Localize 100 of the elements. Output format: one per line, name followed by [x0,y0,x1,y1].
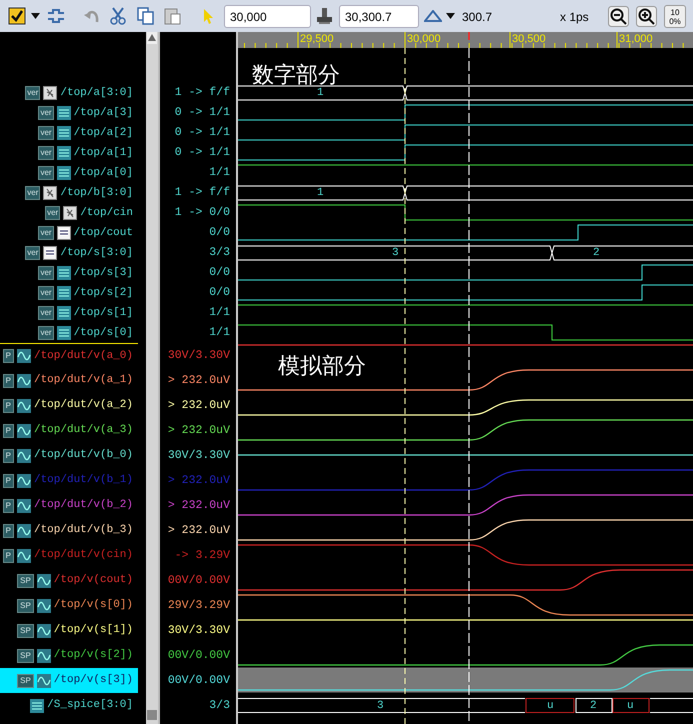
signal-value: 0/0 [209,265,230,282]
source-badge: ver [38,166,54,180]
signal-row[interactable]: P /top/dut/v(cin) [0,543,138,568]
source-badge: ver [38,106,54,120]
net-icon [43,246,58,260]
bus-icon [43,86,58,100]
paste-icon[interactable] [164,7,181,25]
signal-value: 00V/0.00V [168,572,230,589]
source-badge: SP [17,598,34,612]
signal-row[interactable]: SP /top/v(s[3]) [0,668,138,693]
cut-icon[interactable] [110,7,126,25]
source-badge: ver [38,326,54,340]
analog-wave-icon [16,424,31,438]
signal-name: /top/s[1] [74,306,133,321]
bit-icon [56,326,71,340]
signal-row[interactable]: P /top/dut/v(b_0) [0,443,138,468]
ruler-label: 31,000 [619,32,653,46]
bus-value-label: 2 [590,700,597,712]
ruler-label: 30,500 [512,32,546,46]
bit-icon [30,698,44,712]
scrollbar[interactable] [146,32,158,724]
triangle-icon[interactable] [424,10,442,22]
bus-icon [43,186,58,200]
stamp-icon[interactable] [316,7,333,25]
source-badge: SP [17,674,34,688]
caret-icon[interactable] [446,13,455,19]
source-badge: ver [38,226,54,240]
analog-wave-icon [16,349,31,363]
signal-row[interactable]: P /top/dut/v(a_2) [0,393,138,418]
signal-row[interactable]: P /top/dut/v(b_2) [0,493,138,518]
signal-value: 1/1 [209,165,230,182]
ruler-label: 30,000 [407,32,441,46]
source-badge: P [2,424,14,438]
scroll-up-icon[interactable] [147,32,157,44]
source-badge: P [2,474,14,488]
signal-row[interactable]: SP /top/v(cout) [0,568,138,593]
caret-icon[interactable] [31,13,40,19]
source-badge: ver [38,306,54,320]
scroll-thumb[interactable] [147,710,157,720]
analog-wave-icon [36,624,51,638]
annotation-text: 数字部分 [252,63,340,88]
signal-row[interactable]: SP /top/v(s[1]) [0,618,138,643]
signal-value: 1/1 [209,325,230,342]
signal-row[interactable]: P /top/dut/v(b_1) [0,468,138,493]
signal-name: /top/dut/v(a_2) [34,398,133,414]
signal-row[interactable]: ver /top/a[3:0] [0,83,138,103]
zoom-out-icon[interactable] [608,6,629,27]
checkbox-icon[interactable] [8,7,26,25]
signal-row[interactable]: ver /top/s[3] [0,263,138,283]
signal-row[interactable]: ver /top/a[2] [0,123,138,143]
signal-name: /top/dut/v(b_1) [34,473,133,488]
signal-row[interactable]: ver /top/s[3:0] [0,243,138,263]
start-time-field[interactable]: 30,000 [224,5,311,28]
signal-row[interactable]: P /top/dut/v(a_3) [0,418,138,443]
signal-name: /top/dut/v(cin) [34,548,133,564]
bus-icon [63,206,78,220]
swap-icon[interactable] [47,8,65,24]
signal-name: /top/s[3] [74,266,133,281]
source-badge: P [2,349,14,363]
signal-row[interactable]: ver /top/a[3] [0,103,138,123]
analog-wave-icon [16,498,31,512]
signal-row[interactable]: SP /top/v(s[2]) [0,643,138,668]
signal-row[interactable]: /S_spice[3:0] [0,693,138,718]
delta-time: 300.7 [462,9,492,26]
signal-row[interactable]: ver /top/a[0] [0,163,138,183]
signal-row[interactable]: ver /top/cin [0,203,138,223]
signal-value: > 232.0uV [168,422,230,439]
signal-row[interactable]: P /top/dut/v(b_3) [0,518,138,543]
signal-row[interactable]: ver /top/b[3:0] [0,183,138,203]
source-badge: ver [38,286,54,300]
signal-row[interactable]: ver /top/a[1] [0,143,138,163]
signal-row[interactable]: ver /top/cout [0,223,138,243]
signal-row[interactable]: P /top/dut/v(a_1) [0,368,138,393]
signal-value: 30V/3.30V [168,622,230,639]
cursor-line[interactable] [404,48,406,724]
signal-name: /top/a[1] [74,146,133,161]
signal-row[interactable]: ver /top/s[0] [0,323,138,343]
signal-row[interactable]: P /top/dut/v(a_0) [0,343,138,368]
bus-value-label: u [627,700,634,712]
signal-name: /top/v(s[0]) [54,598,133,614]
signal-row[interactable]: SP /top/v(s[0]) [0,593,138,618]
cursor-line[interactable] [468,48,470,724]
zoom-full-button[interactable]: 100% [664,5,686,28]
signal-row[interactable]: ver /top/s[1] [0,303,138,323]
signal-value: 00V/0.00V [168,672,230,689]
cursor-time-field[interactable]: 30,300.7 [339,5,419,28]
signal-value: 1 -> 0/0 [174,205,230,222]
bus-value-label: 1 [317,187,324,199]
signal-row[interactable]: ver /top/s[2] [0,283,138,303]
source-badge: P [2,374,14,388]
signal-name: /top/v(s[3]) [54,673,133,688]
copy-icon[interactable] [137,7,154,25]
zoom-in-icon[interactable] [636,6,657,27]
signal-value: 1 -> f/f [174,85,230,102]
signal-value: > 232.0uV [168,398,230,414]
bus-value-label: 1 [317,87,324,99]
signal-name: /top/dut/v(a_1) [34,373,133,388]
source-badge: ver [25,186,40,200]
analog-wave-icon [36,674,51,688]
source-badge: P [2,448,14,462]
